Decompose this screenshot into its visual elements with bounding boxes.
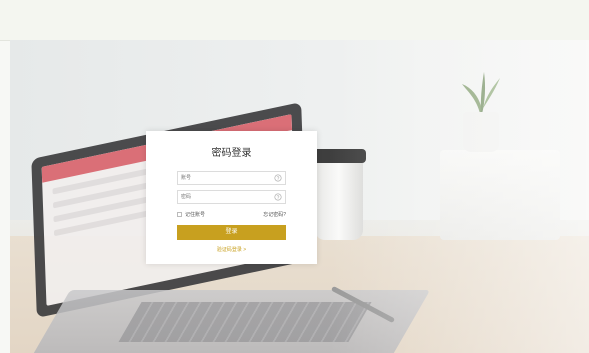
login-panel: 密码登录 记住账号 忘记密码? 登录 验证码登录 > (146, 131, 317, 264)
forgot-password-link[interactable]: 忘记密码? (263, 211, 286, 218)
account-input[interactable] (181, 172, 273, 184)
help-circle-icon (274, 193, 282, 201)
help-circle-icon (274, 174, 282, 182)
login-options: 记住账号 忘记密码? (177, 211, 286, 219)
password-field[interactable] (177, 190, 286, 204)
login-title: 密码登录 (211, 148, 252, 159)
password-input[interactable] (181, 191, 273, 203)
sms-login-link[interactable]: 验证码登录 > (146, 246, 317, 253)
top-bar (0, 0, 589, 41)
login-button[interactable]: 登录 (177, 225, 286, 240)
remember-label[interactable]: 记住账号 (185, 211, 205, 218)
remember-checkbox[interactable] (177, 212, 182, 217)
account-field[interactable] (177, 171, 286, 185)
